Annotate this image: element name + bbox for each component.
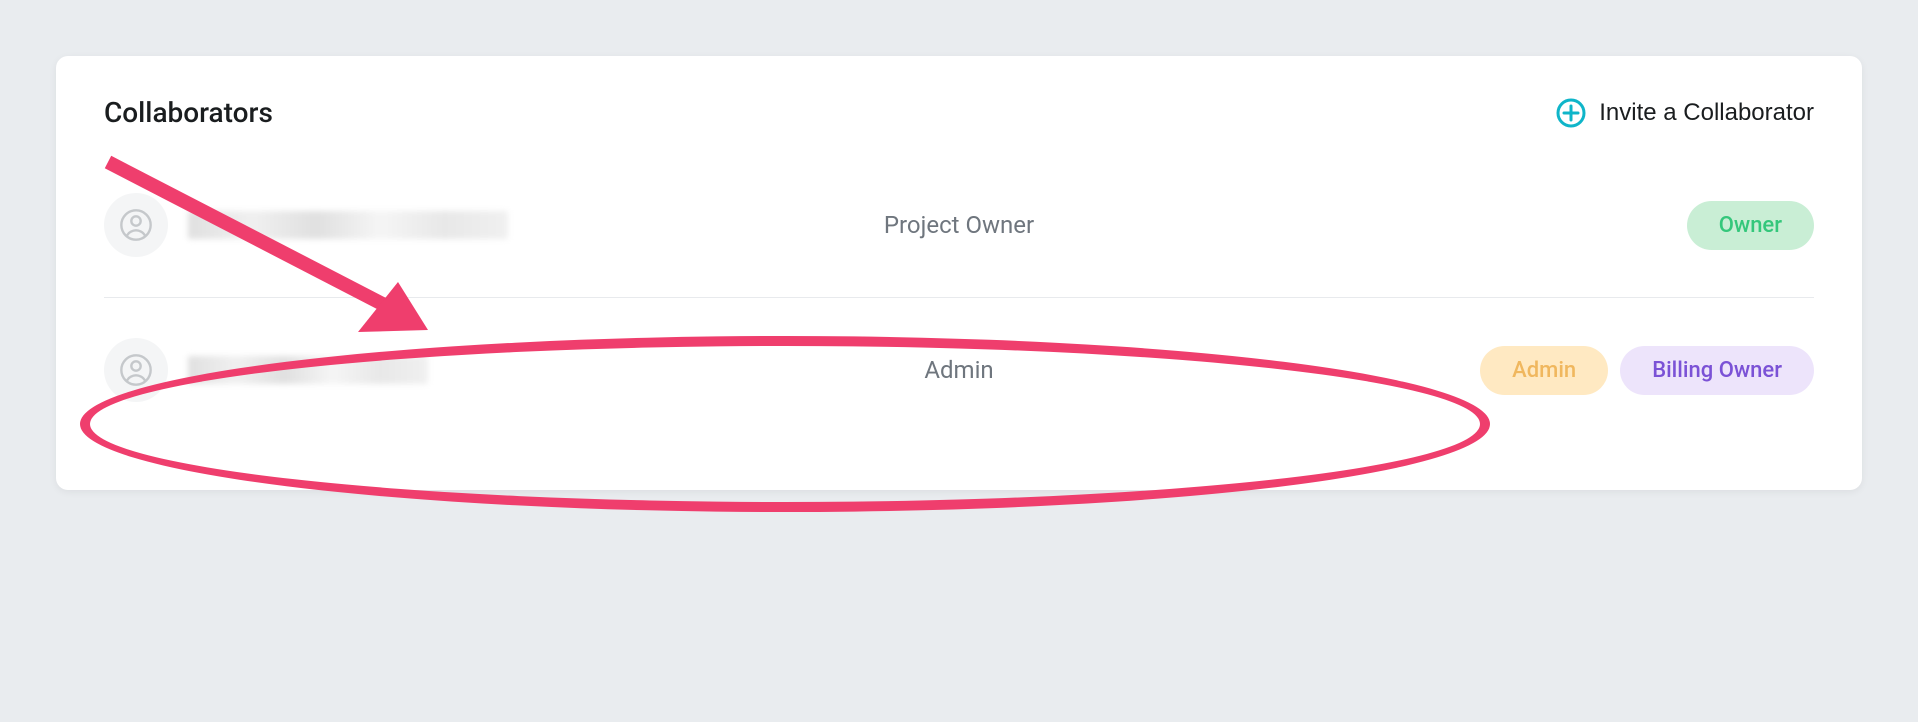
user-icon: [120, 354, 152, 386]
collaborators-card: Collaborators Invite a Collaborator: [56, 56, 1862, 490]
badges: Admin Billing Owner: [1480, 346, 1814, 395]
card-header: Collaborators Invite a Collaborator: [56, 56, 1862, 153]
role-label: Project Owner: [884, 211, 1034, 239]
invite-label: Invite a Collaborator: [1599, 99, 1814, 127]
collaborator-name-redacted: [188, 211, 508, 239]
billing-owner-badge: Billing Owner: [1620, 346, 1814, 395]
badges: Owner: [1687, 201, 1814, 250]
admin-badge: Admin: [1480, 346, 1608, 395]
collaborator-name-redacted: [188, 356, 428, 384]
plus-circle-icon: [1555, 97, 1587, 129]
collaborators-list: Project Owner Owner Admin Admin Billing …: [56, 153, 1862, 490]
role-label: Admin: [924, 356, 993, 384]
collaborator-row[interactable]: Admin Admin Billing Owner: [104, 298, 1814, 442]
card-title: Collaborators: [104, 96, 273, 129]
user-icon: [120, 209, 152, 241]
collaborator-row[interactable]: Project Owner Owner: [104, 153, 1814, 298]
avatar: [104, 193, 168, 257]
avatar: [104, 338, 168, 402]
invite-collaborator-button[interactable]: Invite a Collaborator: [1555, 97, 1814, 129]
owner-badge: Owner: [1687, 201, 1814, 250]
